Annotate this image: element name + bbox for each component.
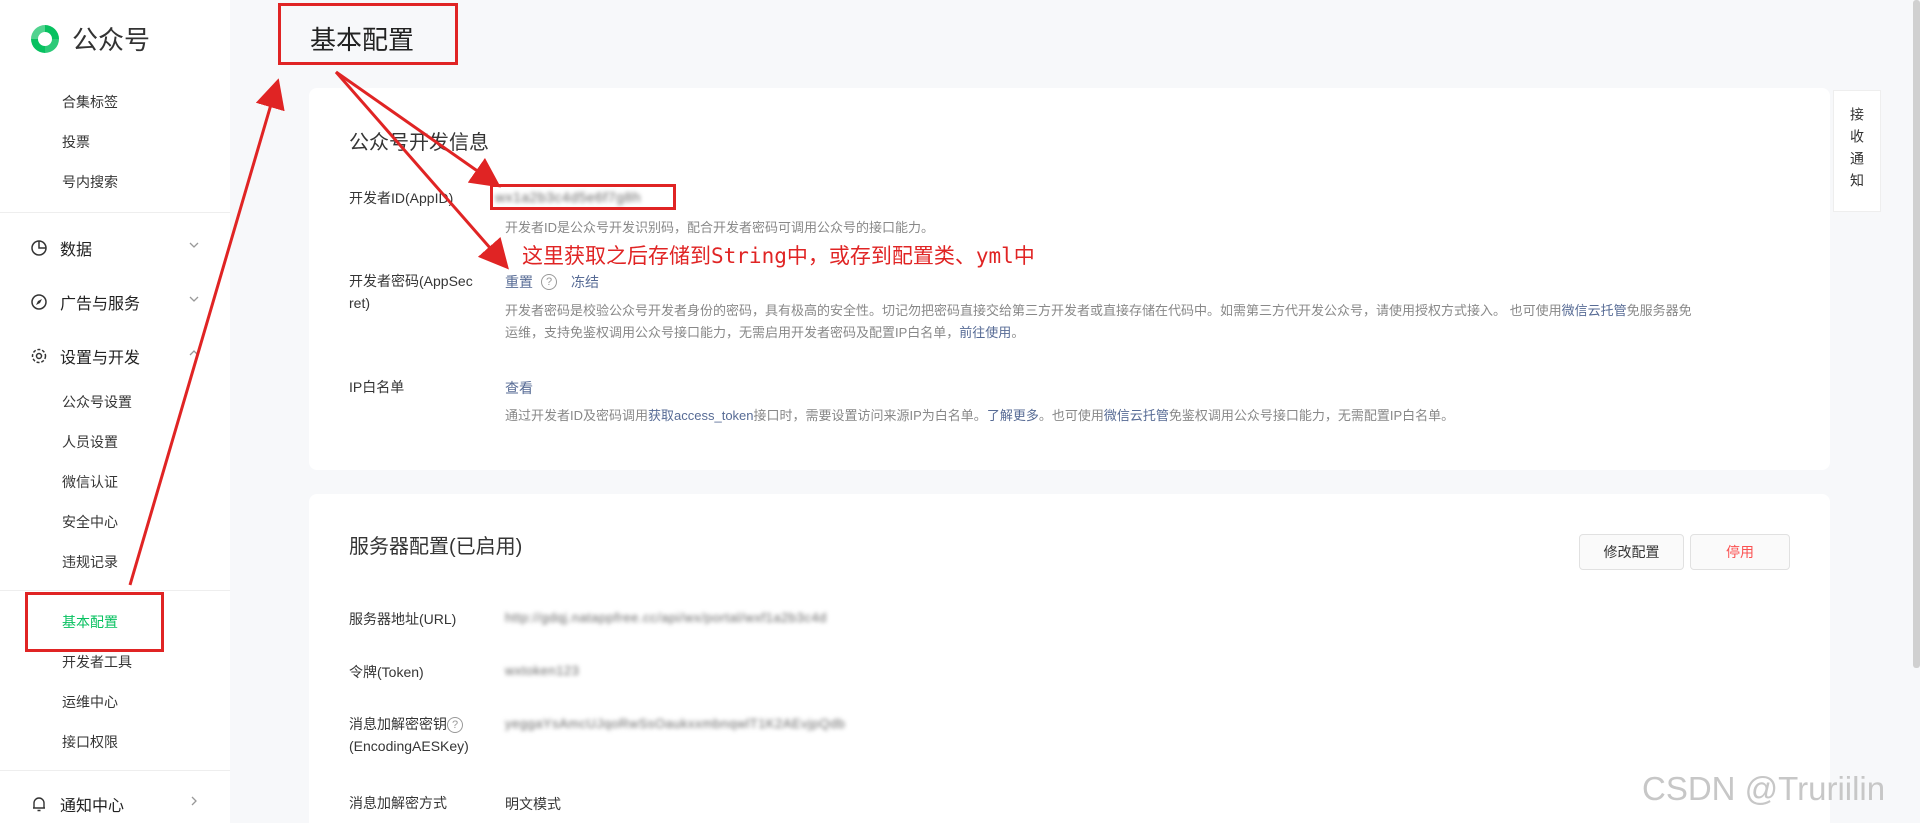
- annotation-box-title: [278, 3, 458, 65]
- sidebar-item-vote[interactable]: 投票: [62, 132, 90, 152]
- sidebar-item-wechat-verify[interactable]: 微信认证: [62, 472, 118, 492]
- ip-desc-text: 接口时，需要设置访问来源IP为白名单。: [753, 408, 987, 423]
- secret-description-line2: 运维，支持免鉴权调用公众号接口能力，无需启用开发者密码及配置IP白名单，前往使用…: [505, 322, 1024, 344]
- compass-icon: [31, 294, 47, 310]
- ip-desc-text: 通过开发者ID及密码调用: [505, 408, 649, 423]
- sidebar: 公众号 合集标签 投票 号内搜索 数据 广告与服务 设置与开发 公众号设置 人员…: [0, 0, 230, 823]
- secret-freeze-link[interactable]: 冻结: [571, 272, 599, 292]
- ip-desc-text: 。也可使用: [1038, 408, 1104, 423]
- access-token-link[interactable]: 获取access_token: [648, 408, 754, 423]
- appid-description: 开发者ID是公众号开发识别码，配合开发者密码可调用公众号的接口能力。: [505, 220, 935, 235]
- ip-desc-text: 免鉴权调用公众号接口能力，无需配置IP白名单。: [1168, 408, 1455, 423]
- help-icon[interactable]: ?: [541, 274, 557, 290]
- sidebar-group-ads[interactable]: 广告与服务: [30, 290, 200, 314]
- sidebar-item-collection-tags[interactable]: 合集标签: [62, 92, 118, 112]
- encrypt-mode-label: 消息加解密方式: [349, 795, 447, 811]
- dev-info-card: 公众号开发信息 开发者ID(AppID) wx1a2b3c4d5e6f7g8h …: [309, 88, 1830, 470]
- sidebar-item-search[interactable]: 号内搜索: [62, 172, 118, 192]
- server-url-value: http://gdqj.natappfree.cc/api/wx/portal/…: [505, 610, 827, 625]
- token-label: 令牌(Token): [349, 664, 424, 680]
- modify-config-button[interactable]: 修改配置: [1579, 534, 1684, 570]
- go-use-link[interactable]: 前往使用: [959, 325, 1011, 340]
- annotation-note: 这里获取之后存储到String中，或存到配置类、yml中: [522, 244, 1035, 268]
- sidebar-group-label: 通知中心: [60, 798, 125, 815]
- chevron-down-icon: [189, 242, 199, 248]
- sidebar-group-label: 广告与服务: [60, 296, 141, 313]
- secret-desc-text: 免服务器免: [1626, 303, 1692, 318]
- aes-key-label-line1: 消息加解密密钥: [349, 716, 447, 732]
- sidebar-group-notice[interactable]: 通知中心: [30, 792, 200, 816]
- sidebar-item-api-permissions[interactable]: 接口权限: [62, 732, 118, 752]
- sidebar-item-security-center[interactable]: 安全中心: [62, 512, 118, 532]
- secret-desc-text: 开发者密码是校验公众号开发者身份的密码，具有极高的安全性。切记勿把密码直接交给第…: [505, 303, 1562, 318]
- cloud-hosting-link[interactable]: 微信云托管: [1562, 303, 1627, 318]
- secret-desc-text: 运维，支持免鉴权调用公众号接口能力，无需启用开发者密码及配置IP白名单，: [505, 325, 960, 340]
- aes-key-label-line2: (EncodingAESKey): [349, 738, 469, 754]
- sidebar-item-dev-tools[interactable]: 开发者工具: [62, 652, 132, 672]
- scrollbar-thumb[interactable]: [1913, 0, 1920, 668]
- chevron-down-icon: [189, 296, 199, 302]
- secret-description-line1: 开发者密码是校验公众号开发者身份的密码，具有极高的安全性。切记勿把密码直接交给第…: [505, 300, 1795, 322]
- chevron-right-icon: [191, 796, 197, 806]
- gear-icon: [31, 348, 47, 364]
- secret-reset-link[interactable]: 重置: [505, 272, 533, 292]
- ip-description: 通过开发者ID及密码调用获取access_token接口时，需要设置访问来源IP…: [505, 405, 1454, 427]
- receive-notification-tab[interactable]: 接收通知: [1833, 90, 1881, 212]
- sidebar-group-label: 数据: [60, 242, 93, 259]
- server-config-title: 服务器配置(已启用): [349, 536, 523, 558]
- secret-desc-text: 。: [1011, 325, 1025, 340]
- logo[interactable]: 公众号: [28, 20, 150, 57]
- annotation-box-appid: [490, 184, 676, 210]
- disable-button[interactable]: 停用: [1690, 534, 1790, 570]
- sidebar-item-violation-records[interactable]: 违规记录: [62, 552, 118, 572]
- sidebar-item-account-settings[interactable]: 公众号设置: [62, 392, 132, 412]
- annotation-box-sidebar-basic-config: [25, 592, 164, 652]
- server-url-label: 服务器地址(URL): [349, 611, 457, 627]
- secret-label-line2: ret): [349, 295, 370, 311]
- token-value: wxtoken123: [505, 663, 580, 678]
- secret-actions: 重置 ? 冻结: [505, 272, 599, 292]
- dev-info-title: 公众号开发信息: [349, 132, 489, 154]
- chart-pie-icon: [31, 240, 47, 256]
- sidebar-group-label: 设置与开发: [60, 350, 141, 367]
- appid-label: 开发者ID(AppID): [349, 190, 454, 206]
- sidebar-divider: [0, 212, 230, 213]
- learn-more-link[interactable]: 了解更多: [987, 408, 1039, 423]
- aes-key-value: yeggaYsAmcUJqoRwSsOaukxxmbnqwlT1K2AEvjpQ…: [505, 716, 846, 731]
- ip-view-link[interactable]: 查看: [505, 378, 533, 398]
- wechat-official-logo-icon: [31, 24, 59, 53]
- help-icon[interactable]: ?: [447, 717, 463, 734]
- watermark: CSDN @Truriilin: [1642, 770, 1886, 807]
- encrypt-mode-value: 明文模式: [505, 796, 561, 812]
- chevron-up-icon: [189, 350, 199, 356]
- aes-key-label: 消息加解密密钥? (EncodingAESKey): [349, 713, 469, 757]
- sidebar-group-data[interactable]: 数据: [30, 236, 200, 260]
- sidebar-divider: [0, 590, 230, 591]
- secret-label-line1: 开发者密码(AppSec: [349, 273, 473, 289]
- sidebar-group-settings[interactable]: 设置与开发: [30, 344, 200, 368]
- bell-icon: [33, 797, 45, 812]
- cloud-hosting-link[interactable]: 微信云托管: [1104, 408, 1169, 423]
- app-name: 公众号: [72, 25, 151, 55]
- server-config-card: 服务器配置(已启用) 修改配置 停用 服务器地址(URL) http://gdq…: [309, 494, 1830, 823]
- sidebar-item-ops-center[interactable]: 运维中心: [62, 692, 118, 712]
- sidebar-divider: [0, 770, 230, 771]
- sidebar-item-staff-settings[interactable]: 人员设置: [62, 432, 118, 452]
- ip-whitelist-label: IP白名单: [349, 379, 405, 395]
